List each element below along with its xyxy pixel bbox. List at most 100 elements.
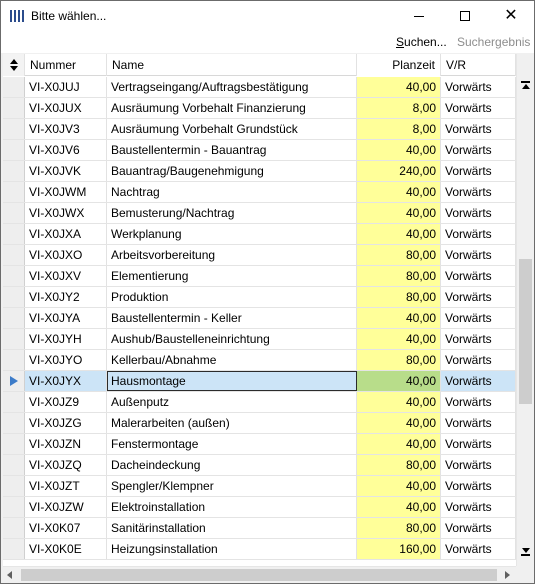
row-selector[interactable] bbox=[3, 119, 25, 139]
table-row[interactable]: VI-X0JZN Fenstermontage 40,00 Vorwärts bbox=[3, 434, 516, 455]
cell-name[interactable]: Werkplanung bbox=[107, 224, 357, 244]
table-row[interactable]: VI-X0JZQ Dacheindeckung 80,00 Vorwärts bbox=[3, 455, 516, 476]
row-selector[interactable] bbox=[3, 77, 25, 97]
cell-direction[interactable]: Vorwärts bbox=[441, 434, 516, 454]
cell-name[interactable]: Arbeitsvorbereitung bbox=[107, 245, 357, 265]
cell-name[interactable]: Baustellentermin - Keller bbox=[107, 308, 357, 328]
cell-number[interactable]: VI-X0JXV bbox=[25, 266, 107, 286]
row-selector[interactable] bbox=[3, 413, 25, 433]
cell-planned-time[interactable]: 80,00 bbox=[357, 266, 441, 286]
cell-number[interactable]: VI-X0JZT bbox=[25, 476, 107, 496]
row-selector[interactable] bbox=[3, 434, 25, 454]
row-selector[interactable] bbox=[3, 329, 25, 349]
row-selector[interactable] bbox=[3, 350, 25, 370]
cell-name[interactable]: Bauantrag/Baugenehmigung bbox=[107, 161, 357, 181]
row-selector[interactable] bbox=[3, 203, 25, 223]
column-header-direction[interactable]: V/R bbox=[441, 54, 516, 76]
cell-name[interactable]: Heizungsinstallation bbox=[107, 539, 357, 559]
cell-number[interactable]: VI-X0JVK bbox=[25, 161, 107, 181]
cell-direction[interactable]: Vorwärts bbox=[441, 539, 516, 559]
cell-planned-time[interactable]: 40,00 bbox=[357, 413, 441, 433]
cell-name[interactable]: Ausräumung Vorbehalt Grundstück bbox=[107, 119, 357, 139]
cell-direction[interactable]: Vorwärts bbox=[441, 182, 516, 202]
cell-number[interactable]: VI-X0JYO bbox=[25, 350, 107, 370]
table-row[interactable]: VI-X0JZ9 Außenputz 40,00 Vorwärts bbox=[3, 392, 516, 413]
cell-planned-time[interactable]: 40,00 bbox=[357, 392, 441, 412]
cell-name[interactable]: Malerarbeiten (außen) bbox=[107, 413, 357, 433]
cell-planned-time[interactable]: 8,00 bbox=[357, 119, 441, 139]
table-row[interactable]: VI-X0K0E Heizungsinstallation 160,00 Vorwär… bbox=[3, 539, 516, 560]
cell-planned-time[interactable]: 240,00 bbox=[357, 161, 441, 181]
scroll-to-bottom-button[interactable] bbox=[520, 548, 531, 560]
cell-number[interactable]: VI-X0JYX bbox=[25, 371, 107, 391]
cell-planned-time[interactable]: 80,00 bbox=[357, 287, 441, 307]
cell-number[interactable]: VI-X0JYH bbox=[25, 329, 107, 349]
cell-planned-time[interactable]: 40,00 bbox=[357, 497, 441, 517]
cell-planned-time[interactable]: 40,00 bbox=[357, 224, 441, 244]
scroll-right-icon[interactable] bbox=[505, 571, 510, 579]
row-selector[interactable] bbox=[3, 245, 25, 265]
cell-planned-time[interactable]: 40,00 bbox=[357, 203, 441, 223]
cell-direction[interactable]: Vorwärts bbox=[441, 350, 516, 370]
cell-name[interactable]: Bemusterung/Nachtrag bbox=[107, 203, 357, 223]
cell-planned-time[interactable]: 40,00 bbox=[357, 371, 441, 391]
search-link[interactable]: Suchen... bbox=[396, 35, 447, 49]
cell-direction[interactable]: Vorwärts bbox=[441, 98, 516, 118]
table-row[interactable]: VI-X0JZW Elektroinstallation 40,00 Vorwärts bbox=[3, 497, 516, 518]
cell-direction[interactable]: Vorwärts bbox=[441, 119, 516, 139]
cell-planned-time[interactable]: 40,00 bbox=[357, 140, 441, 160]
cell-direction[interactable]: Vorwärts bbox=[441, 329, 516, 349]
cell-number[interactable]: VI-X0JXA bbox=[25, 224, 107, 244]
table-row[interactable]: VI-X0JWM Nachtrag 40,00 Vorwärts bbox=[3, 182, 516, 203]
table-row[interactable]: VI-X0JXA Werkplanung 40,00 Vorwärts bbox=[3, 224, 516, 245]
column-header-number[interactable]: Nummer bbox=[25, 54, 107, 76]
table-row[interactable]: VI-X0JUJ Vertragseingang/Auftragsbestätig… bbox=[3, 77, 516, 98]
vertical-scrollbar[interactable] bbox=[516, 54, 533, 566]
cell-direction[interactable]: Vorwärts bbox=[441, 245, 516, 265]
table-row[interactable]: VI-X0JXV Elementierung 80,00 Vorwärts bbox=[3, 266, 516, 287]
cell-planned-time[interactable]: 160,00 bbox=[357, 539, 441, 559]
cell-number[interactable]: VI-X0JUJ bbox=[25, 77, 107, 97]
table-row[interactable]: VI-X0JUX Ausräumung Vorbehalt Finanzierun… bbox=[3, 98, 516, 119]
horizontal-scroll-thumb[interactable] bbox=[21, 569, 497, 581]
row-selector[interactable] bbox=[3, 161, 25, 181]
close-button[interactable]: ✕ bbox=[488, 1, 534, 31]
cell-direction[interactable]: Vorwärts bbox=[441, 392, 516, 412]
cell-direction[interactable]: Vorwärts bbox=[441, 308, 516, 328]
vertical-scroll-thumb[interactable] bbox=[519, 259, 532, 404]
row-selector[interactable] bbox=[3, 392, 25, 412]
cell-number[interactable]: VI-X0JUX bbox=[25, 98, 107, 118]
scroll-left-icon[interactable] bbox=[7, 571, 12, 579]
cell-planned-time[interactable]: 8,00 bbox=[357, 98, 441, 118]
row-selector[interactable] bbox=[3, 455, 25, 475]
horizontal-scrollbar[interactable] bbox=[3, 566, 516, 583]
cell-name[interactable]: Sanitärinstallation bbox=[107, 518, 357, 538]
table-row[interactable]: VI-X0JV6 Baustellentermin - Bauantrag 40,0… bbox=[3, 140, 516, 161]
cell-direction[interactable]: Vorwärts bbox=[441, 224, 516, 244]
cell-name[interactable]: Aushub/Baustelleneinrichtung bbox=[107, 329, 357, 349]
cell-planned-time[interactable]: 40,00 bbox=[357, 77, 441, 97]
cell-number[interactable]: VI-X0JV6 bbox=[25, 140, 107, 160]
row-selector[interactable] bbox=[3, 182, 25, 202]
cell-direction[interactable]: Vorwärts bbox=[441, 371, 516, 391]
cell-direction[interactable]: Vorwärts bbox=[441, 140, 516, 160]
table-row[interactable]: VI-X0JYO Kellerbau/Abnahme 80,00 Vorwärts bbox=[3, 350, 516, 371]
column-header-planned-time[interactable]: Planzeit bbox=[357, 54, 441, 76]
cell-name[interactable]: Elektroinstallation bbox=[107, 497, 357, 517]
row-selector[interactable] bbox=[3, 476, 25, 496]
cell-name[interactable]: Produktion bbox=[107, 287, 357, 307]
cell-number[interactable]: VI-X0K0E bbox=[25, 539, 107, 559]
cell-direction[interactable]: Vorwärts bbox=[441, 476, 516, 496]
cell-planned-time[interactable]: 40,00 bbox=[357, 329, 441, 349]
table-row[interactable]: VI-X0JZT Spengler/Klempner 40,00 Vorwärts bbox=[3, 476, 516, 497]
cell-name[interactable]: Spengler/Klempner bbox=[107, 476, 357, 496]
cell-planned-time[interactable]: 80,00 bbox=[357, 350, 441, 370]
cell-direction[interactable]: Vorwärts bbox=[441, 518, 516, 538]
cell-number[interactable]: VI-X0JV3 bbox=[25, 119, 107, 139]
cell-number[interactable]: VI-X0JZQ bbox=[25, 455, 107, 475]
cell-planned-time[interactable]: 40,00 bbox=[357, 308, 441, 328]
cell-name[interactable]: Baustellentermin - Bauantrag bbox=[107, 140, 357, 160]
table-row[interactable]: VI-X0K07 Sanitärinstallation 80,00 Vorwärts bbox=[3, 518, 516, 539]
sort-toggle-button[interactable] bbox=[3, 54, 25, 76]
cell-direction[interactable]: Vorwärts bbox=[441, 203, 516, 223]
